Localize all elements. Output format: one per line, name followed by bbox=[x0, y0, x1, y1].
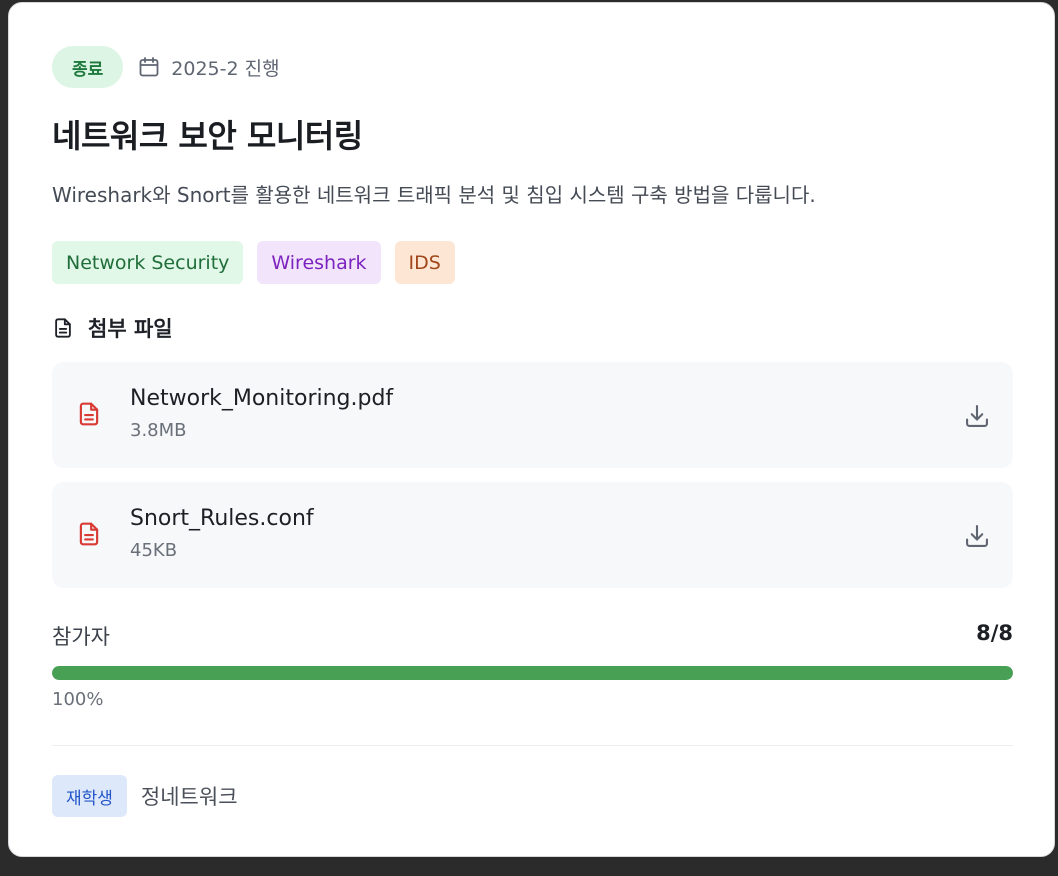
participants-count: 8/8 bbox=[976, 621, 1013, 645]
document-icon bbox=[55, 318, 71, 338]
semester-info: 2025-2 진행 bbox=[137, 54, 280, 81]
file-item[interactable]: Network_Monitoring.pdf 3.8MB bbox=[52, 362, 1013, 468]
file-icon bbox=[76, 400, 102, 432]
card-footer: 재학생 정네트워크 bbox=[52, 775, 238, 817]
file-name[interactable]: Network_Monitoring.pdf bbox=[130, 386, 393, 411]
role-badge: 재학생 bbox=[52, 775, 127, 817]
calendar-icon bbox=[139, 57, 159, 77]
file-size: 3.8MB bbox=[130, 420, 187, 441]
course-card: 종료 2025-2 진행 네트워크 보안 모니터링 Wireshark와 Sno… bbox=[8, 2, 1055, 857]
course-description: Wireshark와 Snort를 활용한 네트워크 트래픽 분석 및 침입 시… bbox=[52, 183, 816, 207]
semester-label: 2025-2 진행 bbox=[171, 57, 280, 80]
file-name[interactable]: Snort_Rules.conf bbox=[130, 506, 314, 531]
progress-fill bbox=[52, 666, 1013, 680]
course-title: 네트워크 보안 모니터링 bbox=[52, 117, 363, 155]
download-icon[interactable] bbox=[963, 402, 991, 434]
divider bbox=[52, 745, 1013, 746]
file-item[interactable]: Snort_Rules.conf 45KB bbox=[52, 482, 1013, 588]
participants-label: 참가자 bbox=[52, 625, 110, 649]
tag-ids: IDS bbox=[394, 241, 455, 284]
download-icon[interactable] bbox=[963, 522, 991, 554]
attachments-heading: 첨부 파일 bbox=[52, 313, 173, 343]
meta-row: 종료 2025-2 진행 bbox=[52, 45, 280, 89]
author-name: 정네트워크 bbox=[140, 785, 238, 809]
file-size: 45KB bbox=[130, 540, 178, 561]
tag-list: Network Security Wireshark IDS bbox=[52, 241, 455, 284]
tag-wireshark: Wireshark bbox=[257, 241, 381, 284]
status-badge: 종료 bbox=[52, 46, 124, 88]
attachments-heading-label: 첨부 파일 bbox=[88, 317, 173, 341]
tag-network-security: Network Security bbox=[52, 241, 244, 284]
participants-progress-bar bbox=[52, 666, 1013, 680]
file-icon bbox=[76, 520, 102, 552]
progress-percent: 100% bbox=[52, 689, 104, 710]
